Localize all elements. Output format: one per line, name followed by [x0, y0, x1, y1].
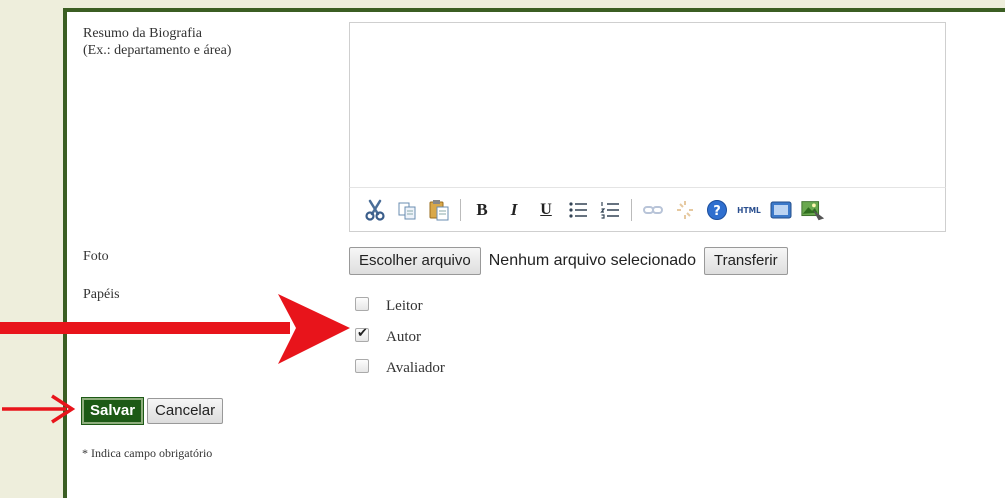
save-button[interactable]: Salvar	[80, 397, 145, 425]
unlink-icon[interactable]	[672, 197, 698, 223]
help-icon[interactable]: ?	[704, 197, 730, 223]
bio-label-hint: (Ex.: departamento e área)	[83, 43, 232, 58]
bullet-list-icon[interactable]	[565, 197, 591, 223]
underline-icon[interactable]: U	[533, 197, 559, 223]
bold-icon[interactable]: B	[469, 197, 495, 223]
image-icon[interactable]	[800, 197, 826, 223]
annotation-arrow-save	[2, 394, 76, 424]
role-author[interactable]: Autor	[355, 319, 445, 350]
cancel-button[interactable]: Cancelar	[147, 398, 224, 424]
form-actions: Salvar Cancelar	[80, 397, 224, 425]
svg-text:?: ?	[713, 204, 721, 219]
html-icon[interactable]: HTML	[736, 197, 762, 223]
upload-button[interactable]: Transferir	[703, 246, 788, 275]
paste-icon[interactable]	[426, 197, 452, 223]
bio-textarea[interactable]	[350, 23, 945, 186]
editor-toolbar: B I U ? HTML	[349, 187, 946, 232]
photo-upload: Escolher arquivo Nenhum arquivo selecion…	[349, 245, 788, 276]
role-label: Autor	[386, 329, 421, 345]
svg-text:HTML: HTML	[737, 206, 761, 215]
cut-icon[interactable]	[362, 197, 388, 223]
toolbar-separator	[460, 198, 461, 221]
numbered-list-icon[interactable]	[597, 197, 623, 223]
photo-label: Foto	[83, 249, 109, 264]
role-label: Leitor	[386, 298, 423, 314]
choose-file-button[interactable]: Escolher arquivo	[349, 246, 481, 275]
bio-label: Resumo da Biografia (Ex.: departamento e…	[83, 25, 231, 59]
role-reader[interactable]: Leitor	[355, 288, 445, 319]
required-note: * Indica campo obrigatório	[82, 446, 213, 460]
italic-icon[interactable]: I	[501, 197, 527, 223]
role-reviewer[interactable]: Avaliador	[355, 350, 445, 381]
role-label: Avaliador	[386, 360, 445, 376]
link-icon[interactable]	[640, 197, 666, 223]
annotation-arrow-author	[0, 294, 350, 364]
roles-group: Leitor Autor Avaliador	[355, 288, 445, 381]
fullscreen-icon[interactable]	[768, 197, 794, 223]
file-status-text: Nenhum arquivo selecionado	[488, 251, 696, 269]
toolbar-separator	[631, 198, 632, 221]
bio-label-title: Resumo da Biografia	[83, 26, 202, 41]
copy-icon[interactable]	[394, 197, 420, 223]
